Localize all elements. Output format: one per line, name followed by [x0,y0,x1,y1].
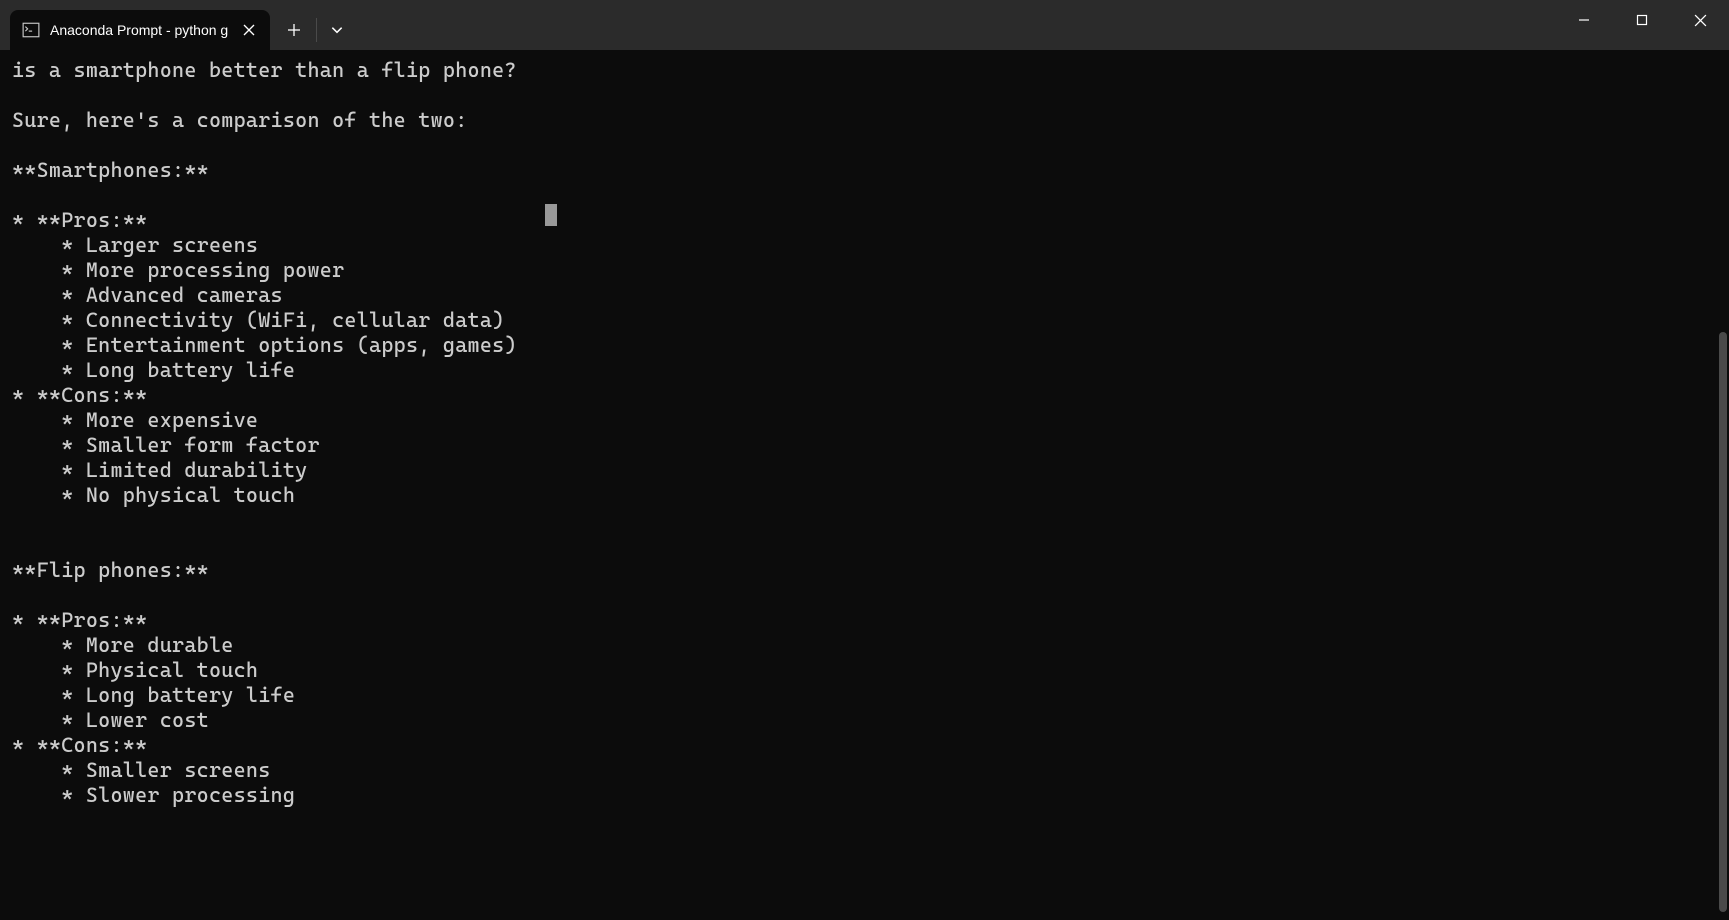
maximize-button[interactable] [1613,0,1671,40]
terminal-line: * More durable [12,633,234,657]
terminal-icon [22,21,40,39]
terminal-line: * Slower processing [12,783,295,807]
terminal-line: * **Pros:** [12,208,147,232]
terminal-line: * Larger screens [12,233,258,257]
terminal-line: * Smaller form factor [12,433,320,457]
close-window-button[interactable] [1671,0,1729,40]
terminal-line: * More expensive [12,408,258,432]
terminal-cursor [545,204,557,226]
new-tab-button[interactable] [276,12,312,48]
window-controls [1555,0,1729,40]
tabs-area: Anaconda Prompt - python g [0,0,355,50]
terminal-line: * Entertainment options (apps, games) [12,333,517,357]
terminal-line: **Smartphones:** [12,158,209,182]
terminal-line: * Limited durability [12,458,307,482]
terminal-line: * Connectivity (WiFi, cellular data) [12,308,504,332]
terminal-line: * **Cons:** [12,383,147,407]
tab-active[interactable]: Anaconda Prompt - python g [10,10,270,50]
terminal-line: * **Cons:** [12,733,147,757]
window-titlebar: Anaconda Prompt - python g [0,0,1729,50]
terminal-output[interactable]: is a smartphone better than a flip phone… [0,50,1729,920]
scrollbar-track[interactable] [1713,52,1727,918]
terminal-line: * Smaller screens [12,758,271,782]
terminal-line: Sure, here's a comparison of the two: [12,108,468,132]
tab-divider [316,18,317,42]
terminal-line: * Long battery life [12,683,295,707]
terminal-line: * No physical touch [12,483,295,507]
minimize-button[interactable] [1555,0,1613,40]
terminal-line: * Long battery life [12,358,295,382]
terminal-line: * Lower cost [12,708,209,732]
terminal-line: * More processing power [12,258,344,282]
tab-dropdown-button[interactable] [319,12,355,48]
terminal-line: * Physical touch [12,658,258,682]
scrollbar-thumb[interactable] [1719,332,1727,912]
terminal-line: * Advanced cameras [12,283,283,307]
tab-title: Anaconda Prompt - python g [50,22,230,38]
terminal-line: **Flip phones:** [12,558,209,582]
terminal-line: is a smartphone better than a flip phone… [12,58,517,82]
close-tab-button[interactable] [240,21,258,39]
terminal-line: * **Pros:** [12,608,147,632]
